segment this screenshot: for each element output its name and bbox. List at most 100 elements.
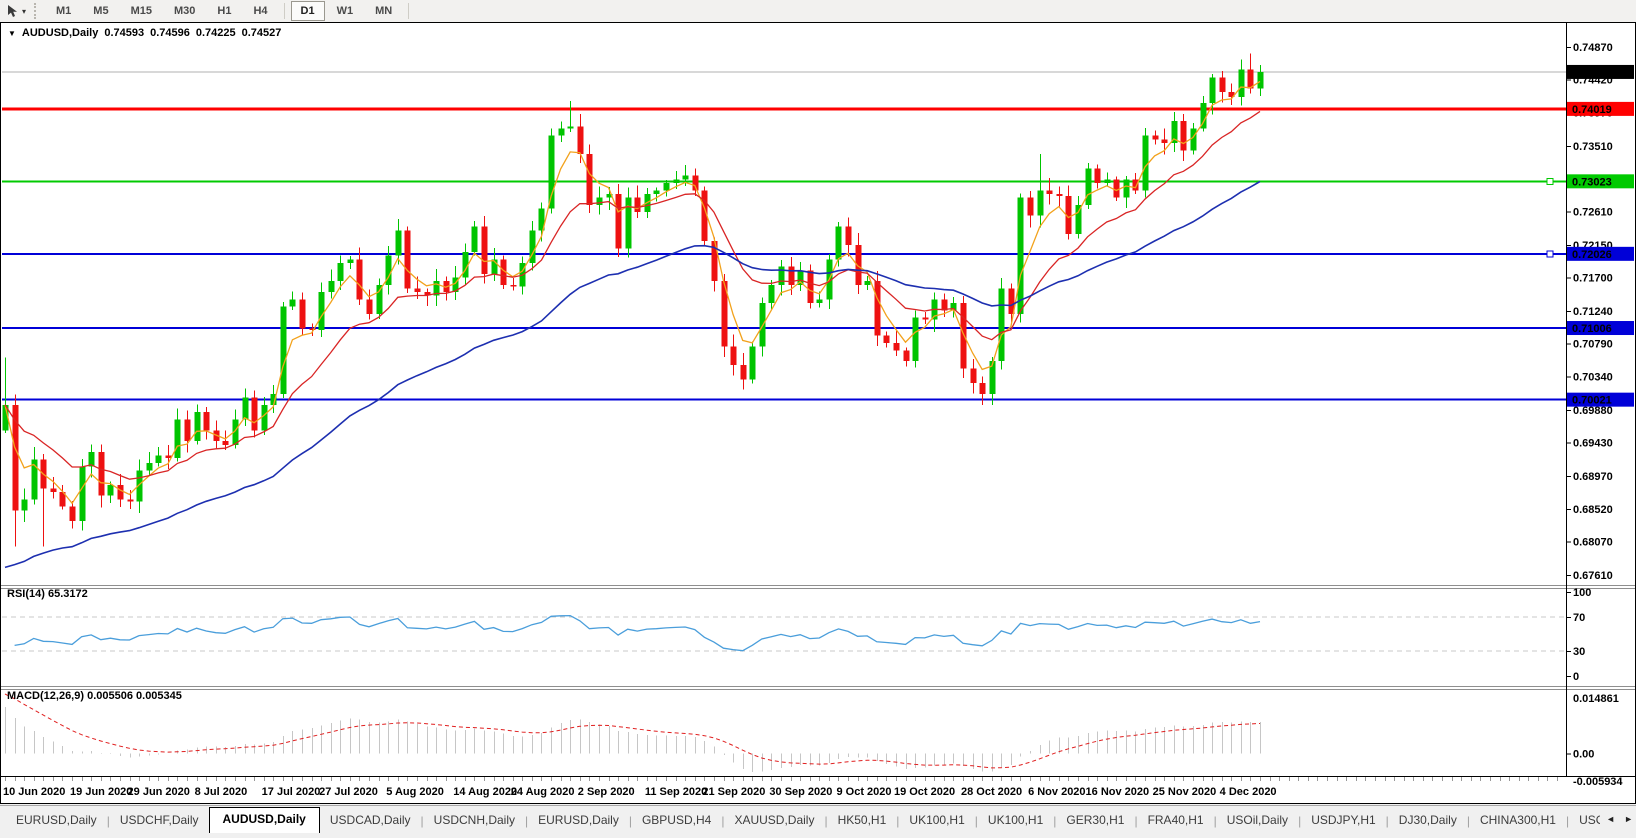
symbol-tab-audusd-daily[interactable]: AUDUSD,Daily bbox=[209, 807, 320, 833]
timeframe-button-m30[interactable]: M30 bbox=[164, 1, 205, 21]
candle-body bbox=[1220, 78, 1226, 93]
symbol-tab-xauusd-daily[interactable]: XAUUSD,Daily bbox=[724, 809, 824, 833]
candle-body bbox=[836, 227, 842, 260]
candle-body bbox=[894, 343, 900, 350]
symbol-tab-usdcnh-daily[interactable]: USDCNH,Daily bbox=[424, 809, 525, 833]
candle-body bbox=[664, 183, 670, 190]
symbol-tab-usdcad-daily[interactable]: USDCAD,Daily bbox=[320, 809, 421, 833]
symbol-tab-usdjpy-h1[interactable]: USDJPY,H1 bbox=[1301, 809, 1385, 833]
candle-body bbox=[1076, 205, 1082, 234]
timeframe-button-m1[interactable]: M1 bbox=[46, 1, 81, 21]
candle-body bbox=[80, 467, 86, 522]
candle-body bbox=[616, 194, 622, 249]
timeframe-button-m5[interactable]: M5 bbox=[83, 1, 118, 21]
candle-body bbox=[1153, 136, 1159, 140]
symbol-tab-eurusd-daily[interactable]: EURUSD,Daily bbox=[528, 809, 629, 833]
date-axis-label: 16 Nov 2020 bbox=[1086, 786, 1150, 798]
price-axis-label: 0.74870 bbox=[1573, 42, 1613, 54]
symbol-tab-uk100-h1[interactable]: UK100,H1 bbox=[899, 809, 974, 833]
price-axis-label: 0.71240 bbox=[1573, 306, 1613, 318]
date-axis-label: 28 Oct 2020 bbox=[961, 786, 1022, 798]
rsi-axis-label: 0 bbox=[1573, 671, 1579, 683]
candle-body bbox=[875, 281, 881, 336]
tabs-scroll-left-icon[interactable]: ◄ bbox=[1606, 814, 1615, 824]
candle-body bbox=[1133, 179, 1139, 190]
candle-body bbox=[243, 398, 249, 420]
symbol-tabs-bar: EURUSD,Daily|USDCHF,DailyAUDUSD,DailyUSD… bbox=[0, 805, 1636, 833]
symbol-tab-gbpusd-h4[interactable]: GBPUSD,H4 bbox=[632, 809, 721, 833]
macd-axis-min-label: -0.005934 bbox=[1573, 776, 1623, 788]
candle-body bbox=[769, 285, 775, 303]
candle-body bbox=[1114, 179, 1120, 197]
price-chart[interactable]: 0.748700.744200.739700.735100.730600.726… bbox=[0, 22, 1636, 804]
symbol-tab-ger30-h1[interactable]: GER30,H1 bbox=[1056, 809, 1134, 833]
candle-body bbox=[1095, 168, 1101, 183]
symbol-tab-usdchf-daily[interactable]: USDCHF,Daily bbox=[110, 809, 209, 833]
chart-title: ▼ AUDUSD,Daily 0.74593 0.74596 0.74225 0… bbox=[8, 27, 281, 39]
macd-axis-max-label: 0.014861 bbox=[1573, 693, 1619, 705]
chevron-down-icon[interactable]: ▾ bbox=[22, 7, 26, 16]
timeframe-button-h4[interactable]: H4 bbox=[243, 1, 277, 21]
rsi-axis-label: 70 bbox=[1573, 612, 1585, 624]
rsi-label: RSI(14) 65.3172 bbox=[7, 588, 88, 600]
symbol-tab-usoil-daily[interactable]: USOil,Daily bbox=[1217, 809, 1298, 833]
level-handle bbox=[1547, 178, 1553, 184]
date-axis-label: 25 Nov 2020 bbox=[1153, 786, 1217, 798]
symbol-tab-usoil-h[interactable]: USOil,H bbox=[1569, 809, 1602, 833]
candle-body bbox=[923, 318, 929, 320]
candle-body bbox=[223, 441, 229, 445]
candle-body bbox=[70, 507, 76, 522]
price-axis-label: 0.72610 bbox=[1573, 206, 1613, 218]
candle-body bbox=[415, 288, 421, 292]
toolbar-grip[interactable] bbox=[34, 3, 38, 19]
candle-body bbox=[357, 259, 363, 299]
rsi-axis-label: 30 bbox=[1573, 646, 1585, 658]
date-axis-label: 4 Dec 2020 bbox=[1220, 786, 1277, 798]
candle-body bbox=[683, 176, 689, 180]
candle-body bbox=[262, 405, 268, 430]
rsi-axis-label: 100 bbox=[1573, 587, 1591, 599]
candle-body bbox=[51, 488, 57, 492]
timeframe-button-h1[interactable]: H1 bbox=[207, 1, 241, 21]
price-level-box-label: 0.74019 bbox=[1572, 104, 1612, 116]
date-axis-label: 2 Sep 2020 bbox=[578, 786, 635, 798]
price-axis-label: 0.69430 bbox=[1573, 438, 1613, 450]
price-axis-label: 0.73510 bbox=[1573, 141, 1613, 153]
date-axis-label: 19 Jun 2020 bbox=[70, 786, 132, 798]
date-axis-label: 17 Jul 2020 bbox=[262, 786, 321, 798]
cursor-tool-button[interactable]: ▾ bbox=[0, 1, 30, 21]
timeframe-button-m15[interactable]: M15 bbox=[121, 1, 162, 21]
candle-body bbox=[654, 190, 660, 194]
candle-body bbox=[1162, 139, 1168, 143]
candle-body bbox=[817, 299, 823, 303]
candle-body bbox=[1028, 198, 1034, 216]
candle-body bbox=[568, 126, 574, 128]
timeframe-button-w1[interactable]: W1 bbox=[327, 1, 364, 21]
timeframe-button-mn[interactable]: MN bbox=[365, 1, 402, 21]
candle-body bbox=[1258, 72, 1264, 89]
date-axis-label: 9 Oct 2020 bbox=[836, 786, 891, 798]
symbol-tab-china300-h1[interactable]: CHINA300,H1 bbox=[1470, 809, 1566, 833]
timeframe-buttons: M1M5M15M30H1H4 D1W1MN bbox=[45, 1, 414, 21]
candle-body bbox=[1105, 179, 1111, 183]
symbol-tab-dj30-daily[interactable]: DJ30,Daily bbox=[1389, 809, 1467, 833]
candle-body bbox=[99, 452, 105, 496]
candle-body bbox=[22, 499, 28, 510]
candle-body bbox=[980, 383, 986, 394]
date-axis-label: 8 Jul 2020 bbox=[195, 786, 248, 798]
candle-body bbox=[1191, 128, 1197, 150]
symbol-tab-eurusd-daily[interactable]: EURUSD,Daily bbox=[6, 809, 107, 833]
candle-body bbox=[674, 179, 680, 183]
candle-body bbox=[1239, 70, 1245, 98]
collapse-icon[interactable]: ▼ bbox=[8, 29, 16, 38]
price-level-box-label: 0.73023 bbox=[1572, 176, 1612, 188]
symbol-tab-uk100-h1[interactable]: UK100,H1 bbox=[978, 809, 1053, 833]
candle-body bbox=[597, 198, 603, 205]
tabs-scroll-right-icon[interactable]: ► bbox=[1624, 814, 1633, 824]
timeframe-button-d1[interactable]: D1 bbox=[291, 1, 325, 21]
candle-body bbox=[750, 347, 756, 380]
price-axis-label: 0.68970 bbox=[1573, 471, 1613, 483]
symbol-tab-hk50-h1[interactable]: HK50,H1 bbox=[828, 809, 897, 833]
candle-body bbox=[118, 485, 124, 500]
symbol-tab-fra40-h1[interactable]: FRA40,H1 bbox=[1138, 809, 1214, 833]
